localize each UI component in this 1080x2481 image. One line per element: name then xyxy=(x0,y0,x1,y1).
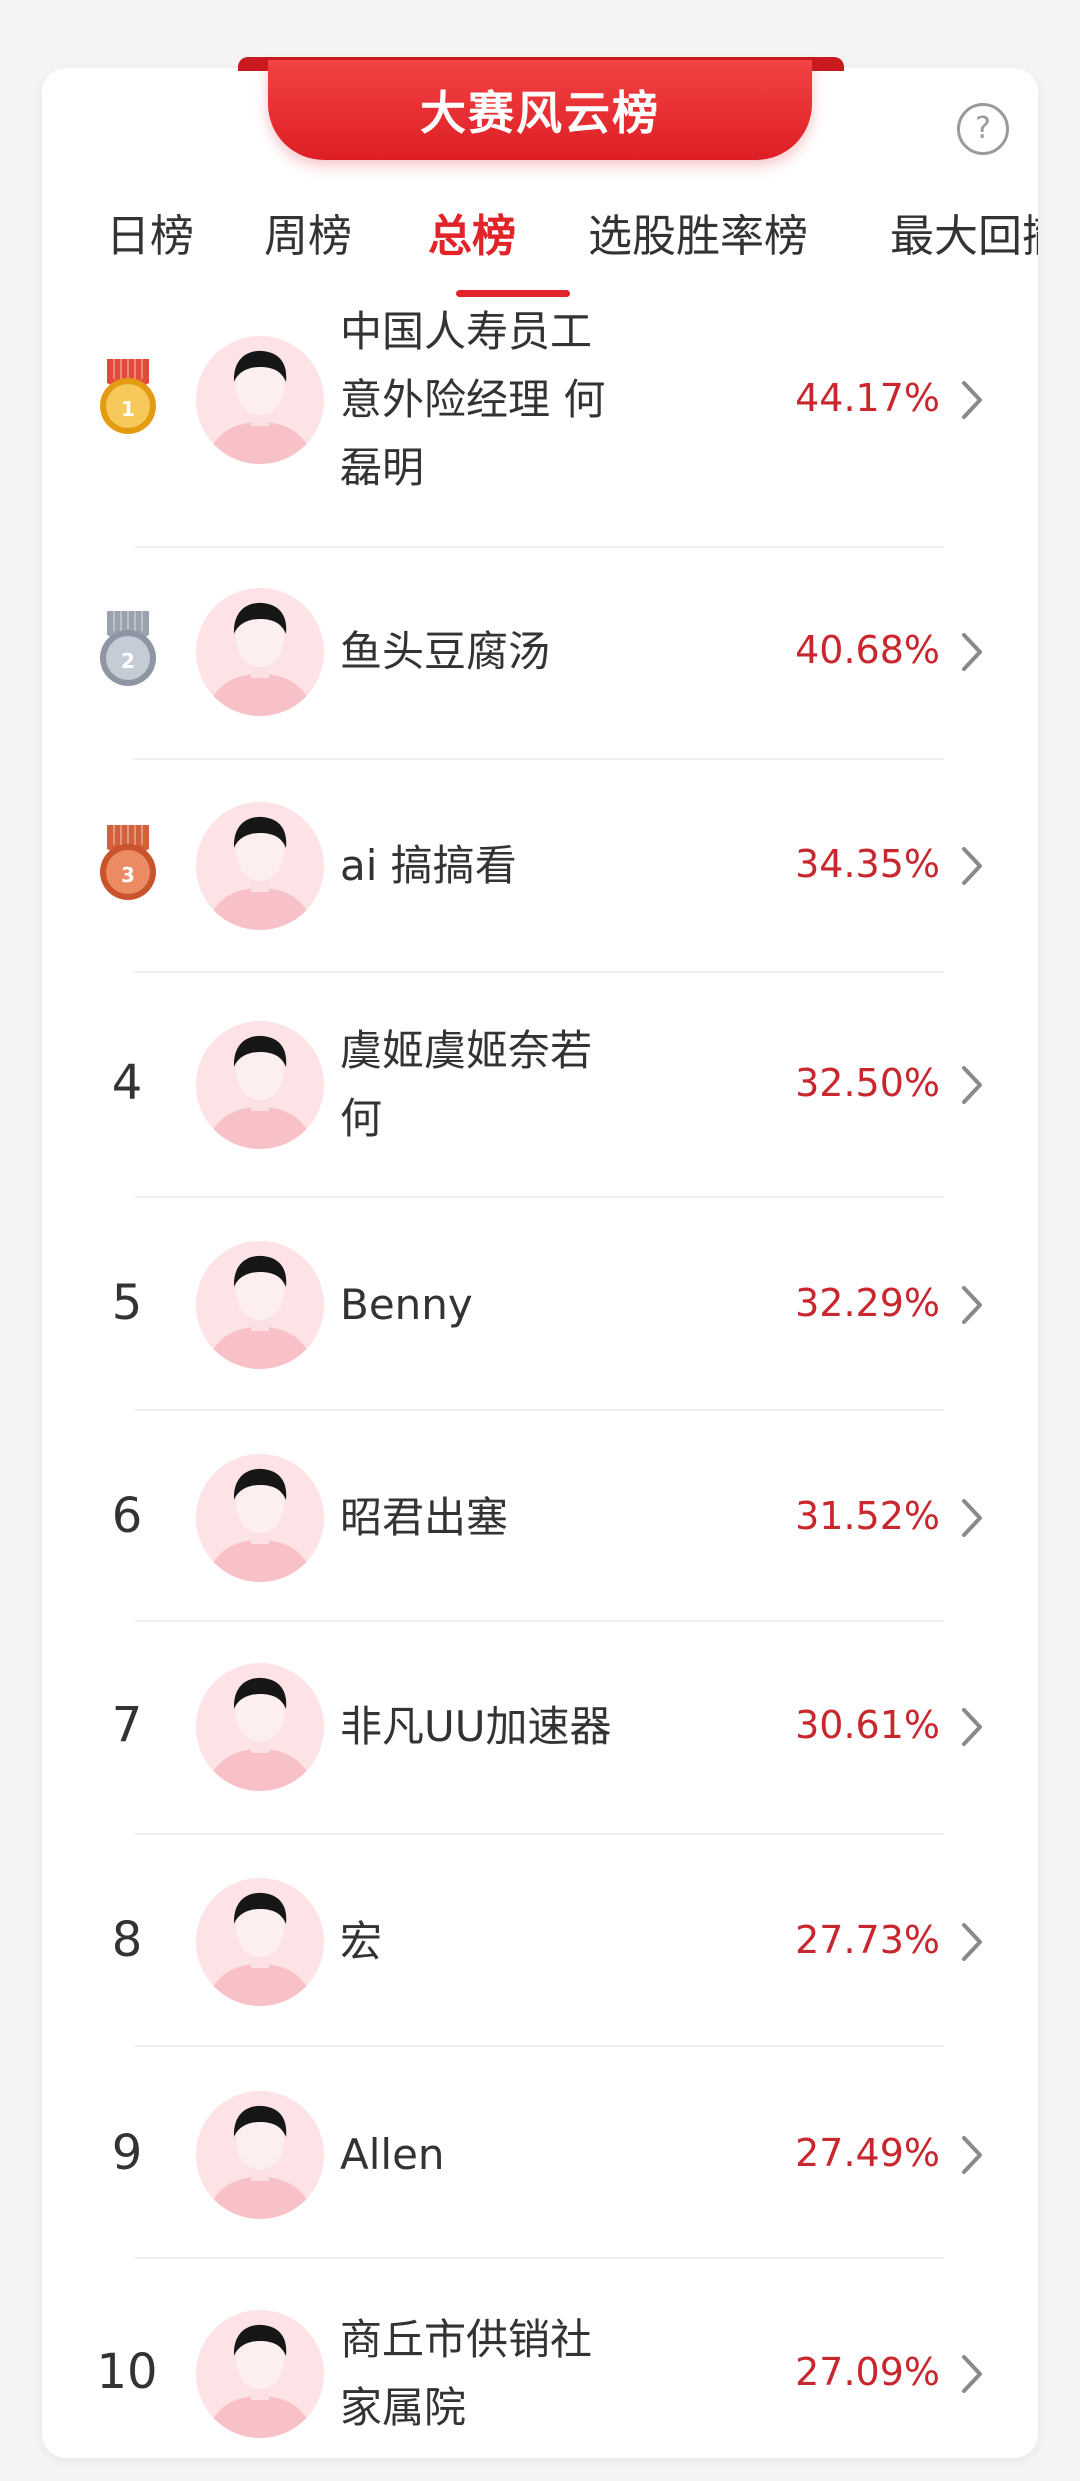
leaderboard-list: 1 中国人寿员工意外险经理 何磊明 44.17% 2 鱼头豆腐汤 40.68% 3 ai 搞搞… xyxy=(0,0,1080,2481)
return-percent: 40.68% xyxy=(795,628,940,672)
chevron-right-icon[interactable] xyxy=(958,1063,986,1107)
avatar[interactable] xyxy=(196,1241,324,1369)
chevron-right-icon[interactable] xyxy=(958,844,986,888)
chevron-right-icon[interactable] xyxy=(958,1496,986,1540)
row-divider xyxy=(134,758,944,760)
page-title: 大赛风云榜 xyxy=(420,86,660,140)
user-name[interactable]: 商丘市供销社家属院 xyxy=(340,2306,630,2442)
avatar[interactable] xyxy=(196,1454,324,1582)
return-percent: 30.61% xyxy=(795,1703,940,1747)
chevron-right-icon[interactable] xyxy=(958,378,986,422)
medal-rank-number: 1 xyxy=(121,397,135,421)
avatar[interactable] xyxy=(196,1021,324,1149)
return-percent: 27.73% xyxy=(795,1918,940,1962)
return-percent: 32.29% xyxy=(795,1281,940,1325)
tab-weekly[interactable]: 周榜 xyxy=(264,200,352,274)
row-divider xyxy=(134,971,944,973)
chevron-right-icon[interactable] xyxy=(958,2133,986,2177)
row-divider xyxy=(134,1620,944,1622)
user-name[interactable]: 中国人寿员工意外险经理 何磊明 xyxy=(340,298,630,502)
row-divider xyxy=(134,1833,944,1835)
medal-rank-number: 2 xyxy=(121,649,135,673)
avatar[interactable] xyxy=(196,2091,324,2219)
chevron-right-icon[interactable] xyxy=(958,1705,986,1749)
user-name[interactable]: ai 搞搞看 xyxy=(340,832,630,900)
avatar[interactable] xyxy=(196,336,324,464)
rank-number: 4 xyxy=(111,1055,143,1111)
chevron-right-icon[interactable] xyxy=(958,1283,986,1327)
user-name[interactable]: 非凡UU加速器 xyxy=(340,1693,630,1761)
return-percent: 27.49% xyxy=(795,2131,940,2175)
user-name[interactable]: 鱼头豆腐汤 xyxy=(340,618,630,686)
rank-number: 5 xyxy=(111,1275,143,1331)
tab-overall[interactable]: 总榜 xyxy=(428,200,516,274)
avatar[interactable] xyxy=(196,588,324,716)
tab-win-rate[interactable]: 选股胜率榜 xyxy=(588,200,808,274)
return-percent: 44.17% xyxy=(795,376,940,420)
bronze-medal-icon: 3 xyxy=(97,825,159,903)
return-percent: 27.09% xyxy=(795,2350,940,2394)
row-divider xyxy=(134,1409,944,1411)
rank-number: 10 xyxy=(96,2344,158,2400)
rank-number: 6 xyxy=(111,1488,143,1544)
avatar[interactable] xyxy=(196,802,324,930)
return-percent: 34.35% xyxy=(795,842,940,886)
tab-bar: 日榜 周榜 总榜 选股胜率榜 最大回撤 xyxy=(42,200,1038,300)
help-icon[interactable]: ? xyxy=(957,103,1009,155)
row-divider xyxy=(134,546,944,548)
rank-number: 9 xyxy=(111,2125,143,2181)
return-percent: 31.52% xyxy=(795,1494,940,1538)
row-divider xyxy=(134,2257,944,2259)
silver-medal-icon: 2 xyxy=(97,611,159,689)
active-tab-indicator xyxy=(456,290,570,297)
user-name[interactable]: 昭君出塞 xyxy=(340,1484,630,1552)
banner: 大赛风云榜 xyxy=(268,60,812,160)
avatar[interactable] xyxy=(196,1663,324,1791)
avatar[interactable] xyxy=(196,2310,324,2438)
rank-number: 8 xyxy=(111,1912,143,1968)
medal-rank-number: 3 xyxy=(121,863,135,887)
return-percent: 32.50% xyxy=(795,1061,940,1105)
user-name[interactable]: Allen xyxy=(340,2121,630,2189)
row-divider xyxy=(134,2045,944,2047)
user-name[interactable]: 虞姬虞姬奈若何 xyxy=(340,1017,630,1153)
chevron-right-icon[interactable] xyxy=(958,630,986,674)
user-name[interactable]: 宏 xyxy=(340,1908,630,1976)
tab-max-drawdown[interactable]: 最大回撤 xyxy=(890,200,1038,274)
gold-medal-icon: 1 xyxy=(97,359,159,437)
rank-number: 7 xyxy=(111,1697,143,1753)
user-name[interactable]: Benny xyxy=(340,1271,630,1339)
avatar[interactable] xyxy=(196,1878,324,2006)
tab-daily[interactable]: 日榜 xyxy=(106,200,194,274)
row-divider xyxy=(134,1196,944,1198)
chevron-right-icon[interactable] xyxy=(958,2352,986,2396)
chevron-right-icon[interactable] xyxy=(958,1920,986,1964)
